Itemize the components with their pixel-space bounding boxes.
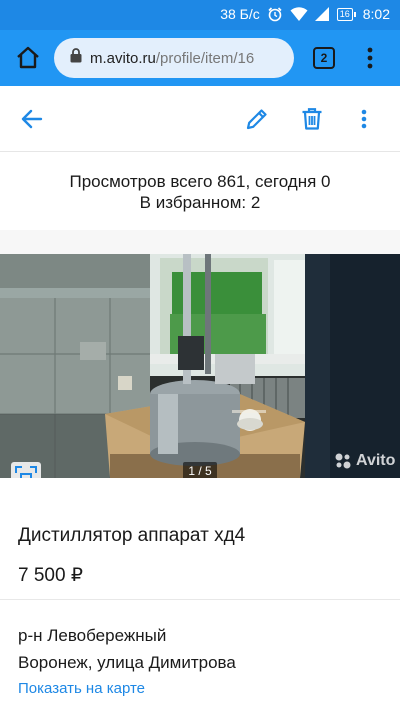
home-button[interactable] [14, 44, 42, 72]
avito-watermark: Avito [334, 452, 395, 470]
item-address: Воронеж, улица Димитрова [18, 653, 236, 672]
trash-icon[interactable] [299, 106, 325, 132]
fullscreen-icon[interactable] [11, 462, 41, 478]
browser-toolbar: m.avito.ru/profile/item/16 2 [0, 30, 400, 86]
item-photo [0, 254, 400, 478]
status-bar: 38 Б/с 16 8:02 [0, 0, 400, 30]
url-path: /profile/item/16 [155, 49, 255, 67]
watermark-text: Avito [356, 452, 396, 469]
lock-icon [70, 48, 82, 68]
network-speed: 38 Б/с [220, 6, 260, 22]
photo-gallery[interactable]: 1 / 5 Avito [0, 254, 400, 478]
app-toolbar [0, 86, 400, 152]
back-arrow-icon[interactable] [19, 106, 45, 132]
item-price: 7 500 ₽ [18, 565, 83, 586]
avito-logo-icon [335, 453, 351, 469]
battery-level: 16 [336, 7, 353, 21]
tab-switcher-icon[interactable]: 2 [313, 47, 335, 69]
status-indicators: 38 Б/с 16 8:02 [220, 6, 390, 22]
battery-tip [353, 11, 356, 17]
url-text: m.avito.ru/profile/item/16 [90, 50, 254, 67]
item-district: р-н Левобережный [18, 626, 167, 645]
battery-icon: 16 [336, 7, 356, 21]
show-on-map-link[interactable]: Показать на карте [18, 680, 145, 697]
section-separator [0, 230, 400, 254]
listing-stats: Просмотров всего 861, сегодня 0 В избран… [0, 152, 400, 230]
home-icon [17, 46, 39, 69]
divider [0, 599, 400, 600]
url-field[interactable]: m.avito.ru/profile/item/16 [54, 38, 294, 78]
more-vert-icon[interactable] [355, 106, 373, 132]
url-host: m.avito.ru [90, 49, 156, 67]
photo-counter: 1 / 5 [183, 462, 217, 478]
edit-pencil-icon[interactable] [244, 106, 270, 132]
alarm-icon [267, 6, 283, 22]
overflow-menu-icon[interactable] [362, 44, 378, 72]
views-count: Просмотров всего 861, сегодня 0 [69, 172, 331, 191]
favorites-count: В избранном: 2 [139, 193, 261, 212]
item-title: Дистиллятор аппарат хд4 [18, 525, 246, 546]
clock: 8:02 [362, 6, 390, 22]
signal-icon [314, 6, 330, 22]
wifi-icon [290, 6, 308, 22]
